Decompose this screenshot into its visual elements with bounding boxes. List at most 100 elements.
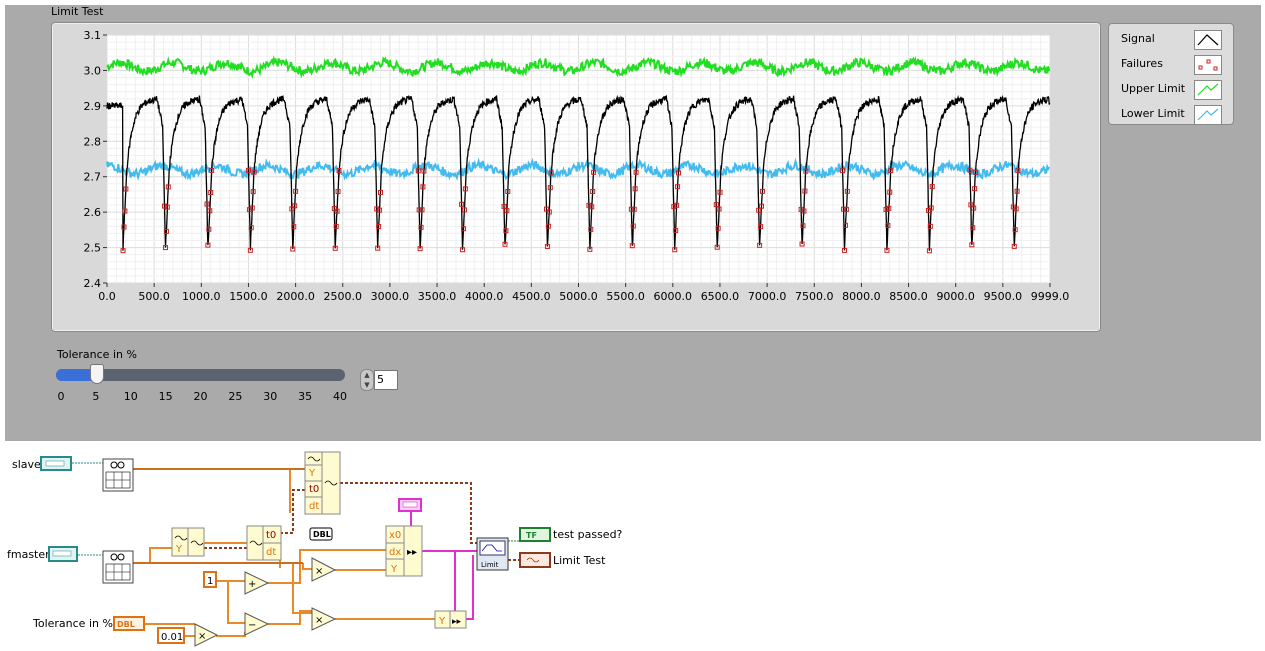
x-tick-label: 9500.0	[984, 290, 1023, 303]
failures-swatch-icon[interactable]	[1194, 55, 1222, 75]
increment-decrement-icon[interactable]: ▲ ▼	[360, 369, 374, 391]
bundle-waveform-node[interactable]: x0 dx Y ▸▸	[385, 525, 423, 577]
const-pct-text: 0.01	[161, 632, 183, 643]
y-tick-label: 2.4	[84, 277, 102, 290]
slave-terminal-icon	[45, 460, 65, 467]
dx-terminal: dx	[389, 547, 401, 558]
lower-limit-swatch-icon[interactable]	[1194, 105, 1222, 125]
legend-label-lower-limit: Lower Limit	[1121, 107, 1185, 120]
x-tick-label: 4500.0	[512, 290, 551, 303]
tolerance-dbl-text: DBL	[117, 620, 135, 629]
y-tick-label: 2.6	[84, 206, 102, 219]
slave-property-node-icon	[102, 458, 134, 492]
x-tick-label: 7000.0	[748, 290, 787, 303]
test-passed-indicator: TF	[519, 527, 551, 542]
plot-legend: Signal Failures Upper Limit Lower Limit	[1108, 23, 1234, 125]
front-panel: Limit Test 0.0 500.0 1000.0 1500.0 2000.0 250…	[5, 5, 1261, 441]
add-node[interactable]: +	[244, 571, 270, 595]
constant-pct[interactable]: 0.01	[157, 627, 185, 644]
slave-label: slave	[12, 458, 41, 471]
multiply-symbol-left: ×	[198, 631, 206, 642]
legend-item-upper-limit[interactable]: Upper Limit	[1121, 79, 1185, 99]
block-diagram: slave fmaster Y t0 dt DBL Y t0 dt 1 + − …	[7, 451, 623, 647]
slider-tick-label: 30	[263, 390, 278, 403]
x-tick-label: 9999.0	[1031, 290, 1070, 303]
slider-tick-label: 40	[333, 390, 347, 403]
constant-one[interactable]: 1	[203, 571, 217, 588]
legend-item-signal[interactable]: Signal	[1121, 29, 1155, 49]
bundle-bottom-node[interactable]: Y ▸▸	[434, 610, 467, 629]
x-tick-label: 2500.0	[324, 290, 363, 303]
x-tick-label: 0.0	[98, 290, 116, 303]
t0-terminal-top: t0	[309, 484, 319, 495]
x-tick-label: 5000.0	[559, 290, 598, 303]
slider-thumb[interactable]	[89, 364, 104, 384]
multiply-node-top[interactable]: ×	[311, 557, 337, 582]
numeric-value[interactable]: 5	[374, 370, 398, 390]
slider-tick-label: 20	[193, 390, 208, 403]
slider-tick-label: 25	[228, 390, 243, 403]
limit-test-indicator	[519, 552, 551, 568]
dbl-conversion-node[interactable]: DBL	[309, 527, 333, 541]
upper-limit-swatch-icon[interactable]	[1194, 80, 1222, 100]
x-tick-label: 3000.0	[371, 290, 410, 303]
slider-tick-label: 15	[158, 390, 173, 403]
waveform-graph: 0.0 500.0 1000.0 1500.0 2000.0 2500.0 3000.0 35…	[51, 22, 1101, 332]
tolerance-control[interactable]: DBL	[113, 616, 145, 631]
add-symbol: +	[248, 579, 256, 590]
legend-item-lower-limit[interactable]: Lower Limit	[1121, 104, 1185, 124]
multiply-node-left[interactable]: ×	[194, 623, 219, 647]
build-waveform-node[interactable]: Y	[171, 527, 205, 557]
tolerance-slider[interactable]	[56, 364, 345, 384]
slider-tick-label: 0	[57, 390, 65, 403]
x-tick-label: 3500.0	[418, 290, 457, 303]
x-tick-label: 500.0	[138, 290, 170, 303]
x-tick-label: 7500.0	[795, 290, 834, 303]
x-tick-label: 2000.0	[276, 290, 315, 303]
x-tick-label: 6500.0	[701, 290, 740, 303]
fmaster-label: fmaster	[7, 548, 50, 561]
graph-label: Limit Test	[51, 5, 104, 18]
slider-tick-label: 5	[92, 390, 100, 403]
y-tick-label: 3.0	[84, 64, 102, 77]
plot-area: 0.0 500.0 1000.0 1500.0 2000.0 2500.0 3000.0 35…	[84, 29, 1070, 303]
legend-item-failures[interactable]: Failures	[1121, 54, 1163, 74]
tolerance-label: Tolerance in %	[32, 617, 113, 630]
legend-label-signal: Signal	[1121, 32, 1155, 45]
tf-text: TF	[526, 531, 537, 540]
limit-test-vi[interactable]: Limit	[476, 537, 509, 571]
dt-terminal-1: dt	[266, 547, 276, 558]
multiply-node-bottom[interactable]: ×	[311, 607, 337, 631]
limit-test-label: Limit Test	[553, 554, 606, 567]
x-tick-label: 6000.0	[654, 290, 693, 303]
build-waveform-top-node[interactable]: Y t0 dt	[304, 451, 341, 515]
slider-scale: 0 5 10 15 20 25 30 35 40	[56, 390, 356, 404]
x-tick-label: 1000.0	[182, 290, 221, 303]
signal-swatch-icon[interactable]	[1194, 30, 1222, 50]
y-tick-label: 2.5	[84, 242, 102, 255]
y-tick-label: 3.1	[84, 29, 102, 42]
cluster-constant-icon	[398, 498, 422, 512]
dbl-text: DBL	[313, 530, 331, 539]
subtract-node[interactable]: −	[244, 612, 270, 636]
test-passed-label: test passed?	[553, 528, 623, 541]
tolerance-numeric[interactable]: ▲ ▼ 5	[360, 369, 398, 391]
x-tick-label: 5500.0	[606, 290, 645, 303]
legend-label-upper-limit: Upper Limit	[1121, 82, 1186, 95]
x-tick-label: 8500.0	[889, 290, 928, 303]
slider-tick-label: 35	[298, 390, 313, 403]
x0-terminal: x0	[389, 530, 401, 541]
subtract-symbol: −	[248, 620, 256, 631]
multiply-symbol-bottom: ×	[315, 615, 323, 626]
x-tick-label: 9000.0	[936, 290, 975, 303]
dt-terminal-top: dt	[309, 501, 319, 512]
multiply-symbol-top: ×	[315, 566, 323, 577]
y-terminal-bottom: Y	[438, 616, 446, 627]
fmaster-property-node-icon	[102, 550, 134, 584]
get-waveform-node[interactable]: t0 dt	[246, 525, 282, 561]
t0-terminal-1: t0	[266, 530, 276, 541]
y-tick-label: 2.7	[84, 171, 102, 184]
y-terminal: Y	[175, 544, 183, 555]
y-terminal-top: Y	[308, 468, 316, 479]
y-tick-label: 2.9	[84, 100, 102, 113]
